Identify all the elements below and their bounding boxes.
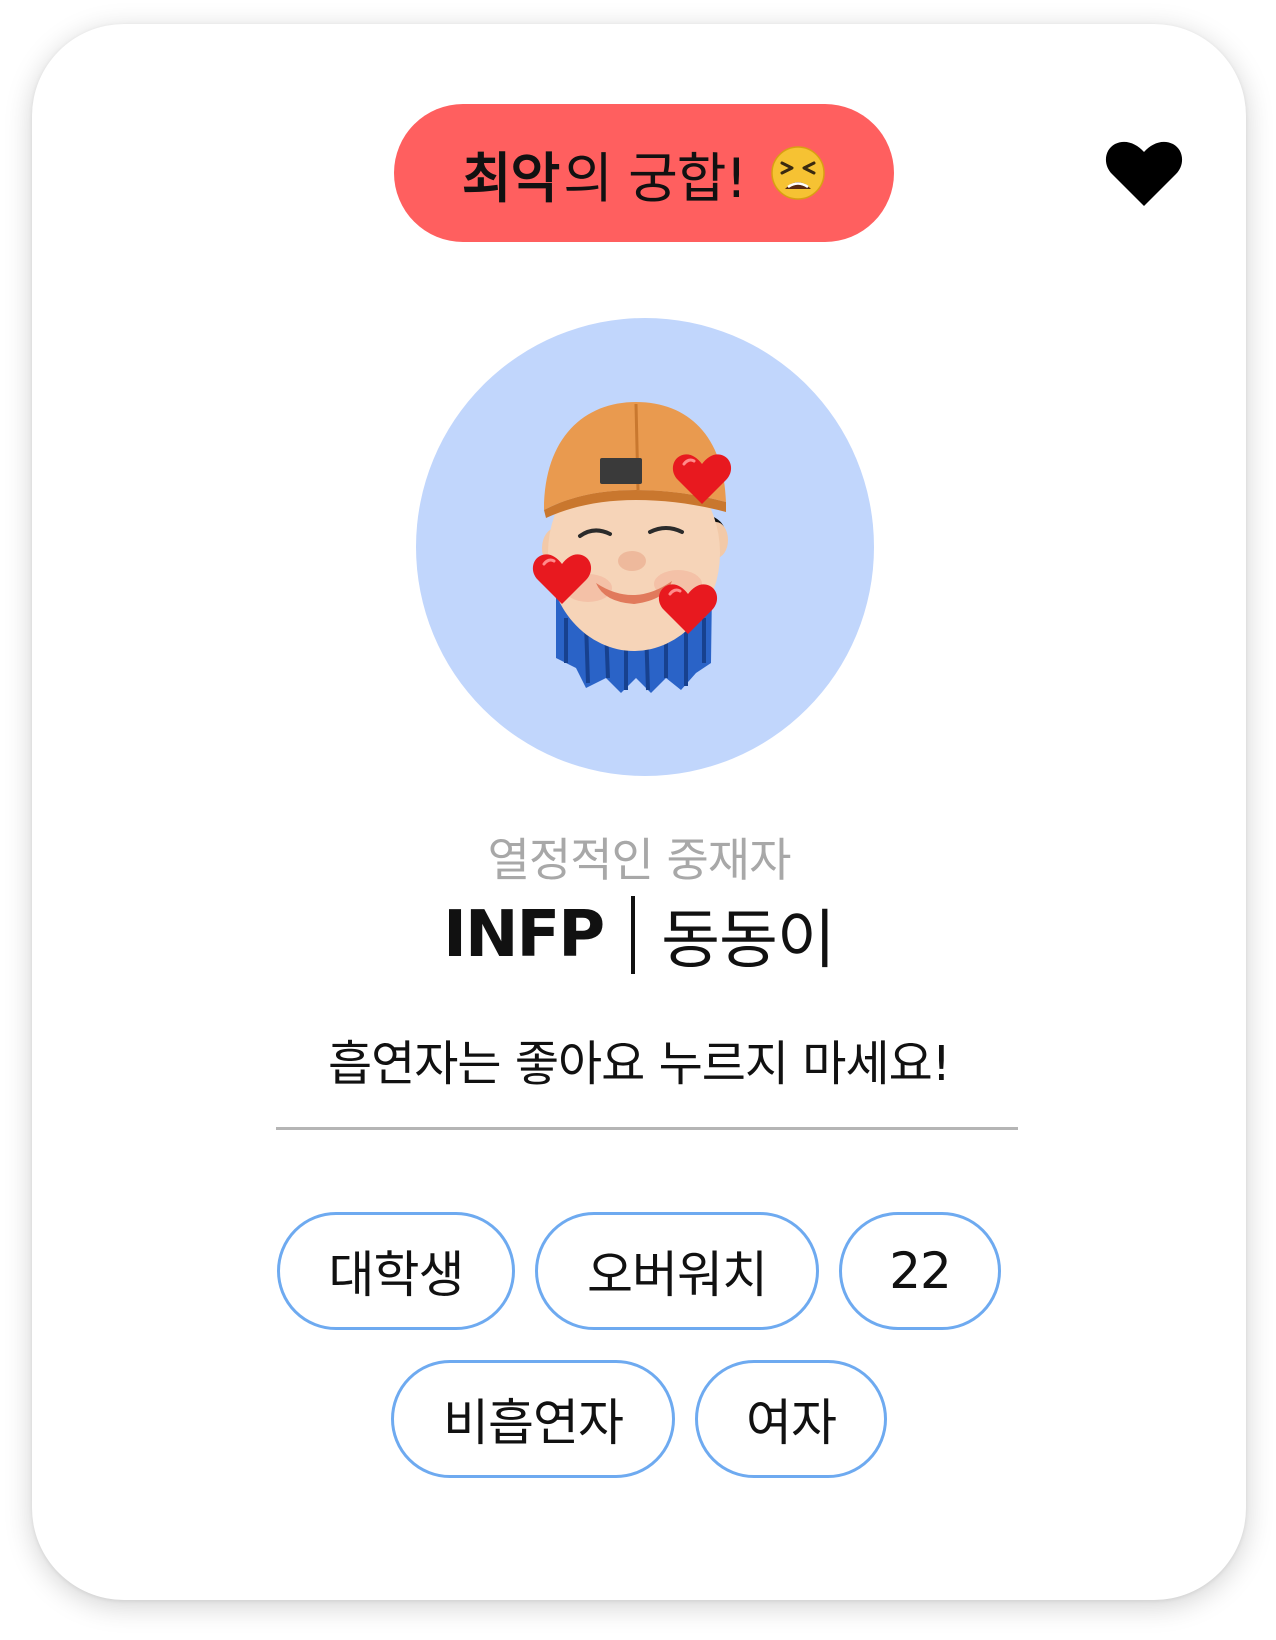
heart-icon: [1105, 141, 1183, 206]
nickname: 동동이: [661, 904, 836, 978]
tag-chip: 여자: [695, 1360, 887, 1478]
profile-card: 최악 의 궁합! 열정적인 중재자 INFP 동동이 흡연자는 좋아요 누르지 …: [32, 24, 1246, 1600]
name-separator: [631, 896, 636, 974]
tired-face-emoji-icon: [770, 145, 826, 201]
divider: [276, 1127, 1018, 1130]
memoji-avatar-with-hearts: [532, 402, 732, 693]
compatibility-level: 최악: [461, 146, 560, 210]
tag-chip: 대학생: [277, 1212, 515, 1330]
like-button[interactable]: [1102, 130, 1186, 214]
tag-row-1: 대학생 오버워치 22: [32, 1212, 1246, 1330]
tag-chip: 비흡연자: [391, 1360, 675, 1478]
avatar: [416, 318, 874, 776]
compatibility-label: 의 궁합!: [563, 146, 747, 210]
bio-text: 흡연자는 좋아요 누르지 마세요!: [327, 1036, 951, 1092]
mbti-type: INFP: [443, 898, 605, 972]
personality-subtitle: 열정적인 중재자: [487, 833, 792, 887]
tag-row-2: 비흡연자 여자: [32, 1360, 1246, 1478]
compatibility-badge: 최악 의 궁합!: [394, 104, 894, 242]
tag-chip: 오버워치: [535, 1212, 819, 1330]
tag-chip: 22: [839, 1212, 1001, 1330]
name-row: INFP 동동이: [32, 890, 1246, 980]
